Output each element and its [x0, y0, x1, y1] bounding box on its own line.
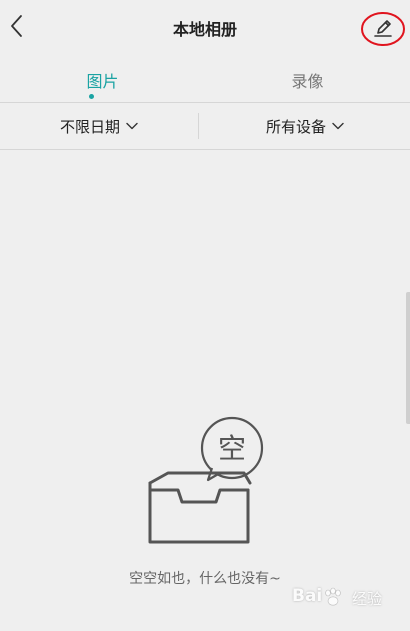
device-filter-label: 所有设备	[265, 117, 326, 136]
chevron-down-icon	[332, 122, 344, 130]
header-bar: 本地相册	[0, 0, 410, 54]
active-tab-indicator	[89, 94, 94, 99]
edit-button[interactable]	[360, 11, 406, 47]
empty-box-icon: 空	[148, 416, 264, 544]
baidu-watermark: Bai du 经验	[292, 580, 402, 616]
date-filter-label: 不限日期	[59, 117, 120, 136]
device-filter-dropdown[interactable]: 所有设备	[200, 103, 410, 149]
filter-separator	[198, 113, 199, 139]
date-filter-dropdown[interactable]: 不限日期	[0, 103, 198, 149]
filter-bar: 不限日期 所有设备	[0, 103, 410, 149]
filters-divider	[0, 149, 410, 150]
chevron-down-icon	[126, 122, 138, 130]
media-tabs: 图片 录像	[0, 54, 410, 102]
tab-pictures[interactable]: 图片	[0, 68, 205, 92]
page-title: 本地相册	[172, 20, 237, 39]
tab-videos[interactable]: 录像	[205, 68, 410, 92]
empty-state-illustration: 空	[138, 410, 268, 550]
side-scroll-handle[interactable]	[406, 292, 410, 424]
watermark-sub: 经验	[352, 590, 383, 608]
watermark-brand: Bai	[292, 586, 323, 606]
pencil-icon	[361, 12, 405, 46]
paw-logo-icon	[325, 587, 341, 606]
empty-bubble-text: 空	[218, 432, 246, 465]
